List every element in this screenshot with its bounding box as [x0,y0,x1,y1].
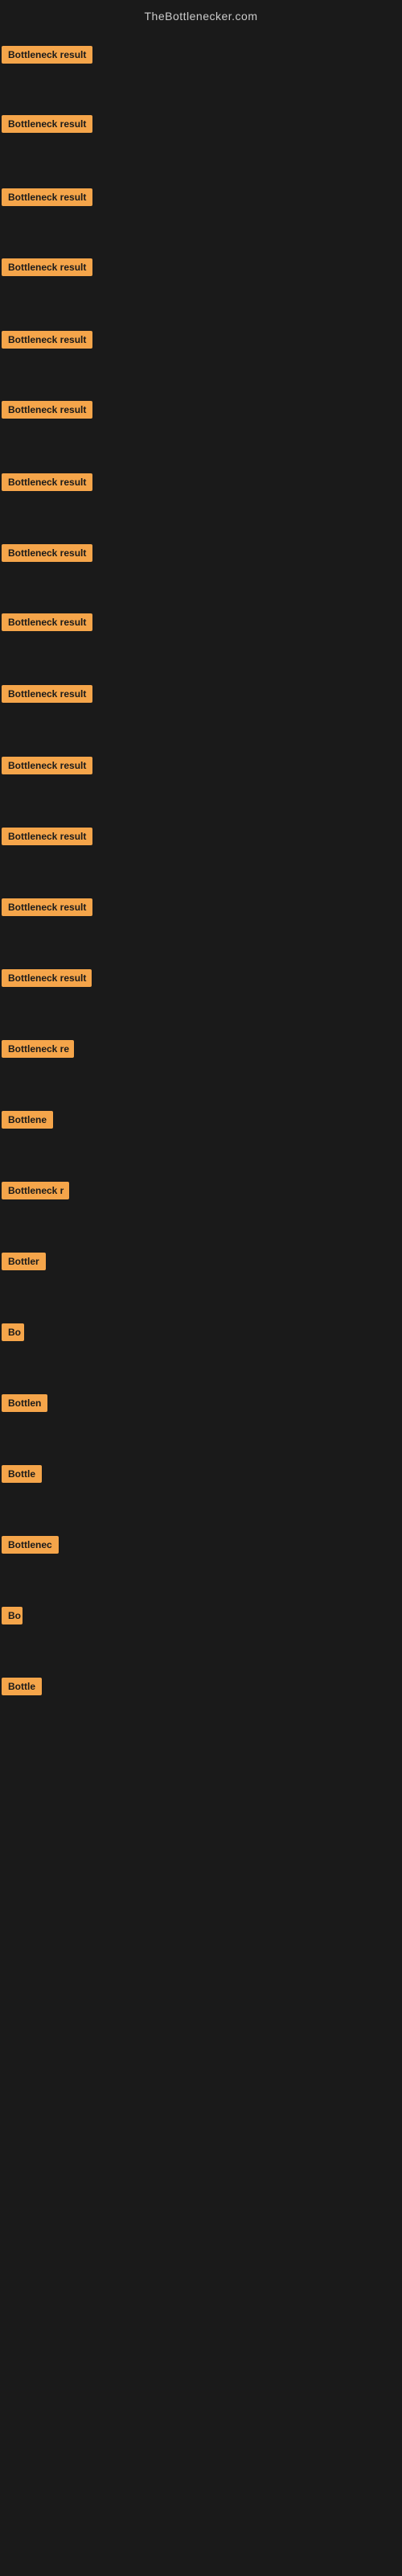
bottleneck-badge-17[interactable]: Bottleneck r [2,1182,69,1199]
bottleneck-badge-8[interactable]: Bottleneck result [2,544,92,562]
bottleneck-badge-9[interactable]: Bottleneck result [2,613,92,631]
bottleneck-badge-15[interactable]: Bottleneck re [2,1040,74,1058]
bottleneck-badge-10[interactable]: Bottleneck result [2,685,92,703]
bottleneck-badge-18[interactable]: Bottler [2,1253,46,1270]
bottleneck-badge-24[interactable]: Bottle [2,1678,42,1695]
bottleneck-badge-1[interactable]: Bottleneck result [2,46,92,64]
bottleneck-badge-6[interactable]: Bottleneck result [2,401,92,419]
bottleneck-badge-11[interactable]: Bottleneck result [2,757,92,774]
bottleneck-badge-3[interactable]: Bottleneck result [2,188,92,206]
bottleneck-badge-21[interactable]: Bottle [2,1465,42,1483]
bottleneck-badge-23[interactable]: Bo [2,1607,23,1624]
bottleneck-badge-13[interactable]: Bottleneck result [2,898,92,916]
bottleneck-badge-7[interactable]: Bottleneck result [2,473,92,491]
bottleneck-badge-20[interactable]: Bottlen [2,1394,47,1412]
bottleneck-badge-2[interactable]: Bottleneck result [2,115,92,133]
bottleneck-badge-14[interactable]: Bottleneck result [2,969,92,987]
bottleneck-badge-4[interactable]: Bottleneck result [2,258,92,276]
bottleneck-badge-16[interactable]: Bottlene [2,1111,53,1129]
bottleneck-badge-19[interactable]: Bo [2,1323,24,1341]
site-title: TheBottlenecker.com [0,3,402,29]
bottleneck-badge-5[interactable]: Bottleneck result [2,331,92,349]
bottleneck-badge-12[interactable]: Bottleneck result [2,828,92,845]
bottleneck-badge-22[interactable]: Bottlenec [2,1536,59,1554]
